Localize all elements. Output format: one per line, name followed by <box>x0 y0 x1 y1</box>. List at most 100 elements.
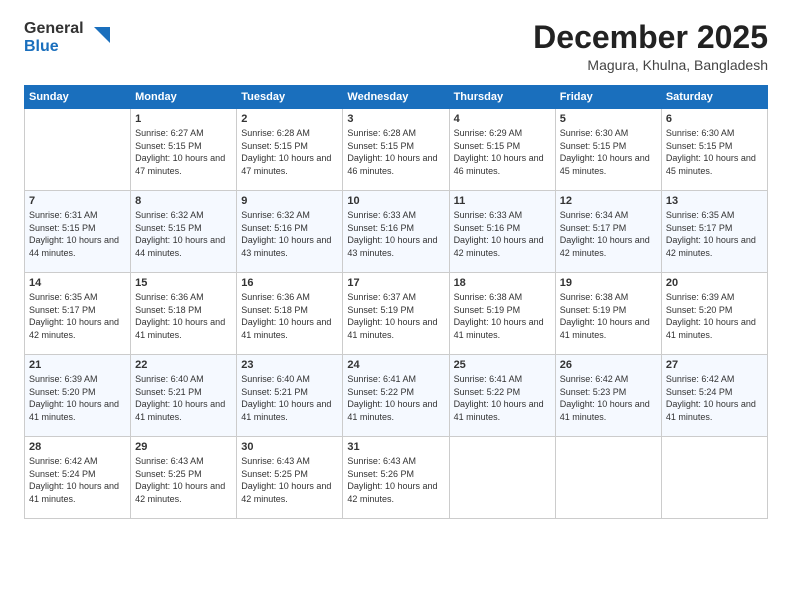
logo-general: General <box>24 20 84 38</box>
day-number: 11 <box>454 195 551 207</box>
day-info: Sunrise: 6:33 AMSunset: 5:16 PMDaylight:… <box>347 209 444 259</box>
logo-triangle-icon <box>88 27 110 49</box>
weekday-header: Thursday <box>449 86 555 109</box>
month-title: December 2025 <box>533 20 768 55</box>
day-info: Sunrise: 6:42 AMSunset: 5:24 PMDaylight:… <box>29 455 126 505</box>
calendar-cell: 4 Sunrise: 6:29 AMSunset: 5:15 PMDayligh… <box>449 109 555 191</box>
logo: General Blue <box>24 20 110 57</box>
day-number: 20 <box>666 277 763 289</box>
day-info: Sunrise: 6:42 AMSunset: 5:23 PMDaylight:… <box>560 373 657 423</box>
calendar-cell: 11 Sunrise: 6:33 AMSunset: 5:16 PMDaylig… <box>449 191 555 273</box>
day-number: 14 <box>29 277 126 289</box>
day-number: 26 <box>560 359 657 371</box>
weekday-header: Sunday <box>25 86 131 109</box>
day-number: 3 <box>347 113 444 125</box>
calendar-cell: 17 Sunrise: 6:37 AMSunset: 5:19 PMDaylig… <box>343 273 449 355</box>
day-info: Sunrise: 6:37 AMSunset: 5:19 PMDaylight:… <box>347 291 444 341</box>
day-info: Sunrise: 6:31 AMSunset: 5:15 PMDaylight:… <box>29 209 126 259</box>
day-info: Sunrise: 6:35 AMSunset: 5:17 PMDaylight:… <box>666 209 763 259</box>
day-number: 27 <box>666 359 763 371</box>
day-number: 24 <box>347 359 444 371</box>
calendar-cell: 16 Sunrise: 6:36 AMSunset: 5:18 PMDaylig… <box>237 273 343 355</box>
day-number: 13 <box>666 195 763 207</box>
calendar-cell: 9 Sunrise: 6:32 AMSunset: 5:16 PMDayligh… <box>237 191 343 273</box>
day-info: Sunrise: 6:30 AMSunset: 5:15 PMDaylight:… <box>666 127 763 177</box>
calendar-cell: 2 Sunrise: 6:28 AMSunset: 5:15 PMDayligh… <box>237 109 343 191</box>
day-info: Sunrise: 6:43 AMSunset: 5:25 PMDaylight:… <box>241 455 338 505</box>
calendar-cell: 23 Sunrise: 6:40 AMSunset: 5:21 PMDaylig… <box>237 355 343 437</box>
day-number: 6 <box>666 113 763 125</box>
logo-blue: Blue <box>24 38 84 56</box>
day-number: 22 <box>135 359 232 371</box>
calendar-cell: 26 Sunrise: 6:42 AMSunset: 5:23 PMDaylig… <box>555 355 661 437</box>
day-number: 29 <box>135 441 232 453</box>
calendar-cell: 28 Sunrise: 6:42 AMSunset: 5:24 PMDaylig… <box>25 437 131 519</box>
day-number: 28 <box>29 441 126 453</box>
calendar-cell <box>449 437 555 519</box>
day-number: 7 <box>29 195 126 207</box>
calendar-cell: 3 Sunrise: 6:28 AMSunset: 5:15 PMDayligh… <box>343 109 449 191</box>
day-number: 9 <box>241 195 338 207</box>
weekday-header: Saturday <box>661 86 767 109</box>
day-number: 15 <box>135 277 232 289</box>
day-number: 12 <box>560 195 657 207</box>
calendar-cell: 24 Sunrise: 6:41 AMSunset: 5:22 PMDaylig… <box>343 355 449 437</box>
calendar-cell <box>25 109 131 191</box>
day-info: Sunrise: 6:41 AMSunset: 5:22 PMDaylight:… <box>347 373 444 423</box>
calendar-cell: 12 Sunrise: 6:34 AMSunset: 5:17 PMDaylig… <box>555 191 661 273</box>
calendar-cell: 15 Sunrise: 6:36 AMSunset: 5:18 PMDaylig… <box>131 273 237 355</box>
day-number: 17 <box>347 277 444 289</box>
day-number: 8 <box>135 195 232 207</box>
calendar-cell: 7 Sunrise: 6:31 AMSunset: 5:15 PMDayligh… <box>25 191 131 273</box>
day-info: Sunrise: 6:43 AMSunset: 5:25 PMDaylight:… <box>135 455 232 505</box>
calendar-cell: 27 Sunrise: 6:42 AMSunset: 5:24 PMDaylig… <box>661 355 767 437</box>
day-info: Sunrise: 6:28 AMSunset: 5:15 PMDaylight:… <box>241 127 338 177</box>
calendar-cell: 6 Sunrise: 6:30 AMSunset: 5:15 PMDayligh… <box>661 109 767 191</box>
day-info: Sunrise: 6:35 AMSunset: 5:17 PMDaylight:… <box>29 291 126 341</box>
weekday-header: Wednesday <box>343 86 449 109</box>
calendar-table: SundayMondayTuesdayWednesdayThursdayFrid… <box>24 85 768 519</box>
day-number: 23 <box>241 359 338 371</box>
day-info: Sunrise: 6:29 AMSunset: 5:15 PMDaylight:… <box>454 127 551 177</box>
day-info: Sunrise: 6:43 AMSunset: 5:26 PMDaylight:… <box>347 455 444 505</box>
day-info: Sunrise: 6:32 AMSunset: 5:15 PMDaylight:… <box>135 209 232 259</box>
calendar-cell: 14 Sunrise: 6:35 AMSunset: 5:17 PMDaylig… <box>25 273 131 355</box>
page-header: General Blue December 2025 Magura, Khuln… <box>24 20 768 73</box>
day-number: 5 <box>560 113 657 125</box>
day-number: 31 <box>347 441 444 453</box>
day-info: Sunrise: 6:36 AMSunset: 5:18 PMDaylight:… <box>135 291 232 341</box>
day-info: Sunrise: 6:42 AMSunset: 5:24 PMDaylight:… <box>666 373 763 423</box>
day-number: 16 <box>241 277 338 289</box>
day-info: Sunrise: 6:30 AMSunset: 5:15 PMDaylight:… <box>560 127 657 177</box>
day-info: Sunrise: 6:34 AMSunset: 5:17 PMDaylight:… <box>560 209 657 259</box>
day-info: Sunrise: 6:33 AMSunset: 5:16 PMDaylight:… <box>454 209 551 259</box>
calendar-cell: 20 Sunrise: 6:39 AMSunset: 5:20 PMDaylig… <box>661 273 767 355</box>
weekday-header: Tuesday <box>237 86 343 109</box>
day-info: Sunrise: 6:39 AMSunset: 5:20 PMDaylight:… <box>666 291 763 341</box>
calendar-cell <box>555 437 661 519</box>
day-number: 21 <box>29 359 126 371</box>
day-number: 25 <box>454 359 551 371</box>
day-info: Sunrise: 6:40 AMSunset: 5:21 PMDaylight:… <box>241 373 338 423</box>
calendar-cell: 8 Sunrise: 6:32 AMSunset: 5:15 PMDayligh… <box>131 191 237 273</box>
day-info: Sunrise: 6:39 AMSunset: 5:20 PMDaylight:… <box>29 373 126 423</box>
day-number: 19 <box>560 277 657 289</box>
day-number: 10 <box>347 195 444 207</box>
day-info: Sunrise: 6:32 AMSunset: 5:16 PMDaylight:… <box>241 209 338 259</box>
day-number: 2 <box>241 113 338 125</box>
day-info: Sunrise: 6:40 AMSunset: 5:21 PMDaylight:… <box>135 373 232 423</box>
day-info: Sunrise: 6:38 AMSunset: 5:19 PMDaylight:… <box>454 291 551 341</box>
calendar-cell: 5 Sunrise: 6:30 AMSunset: 5:15 PMDayligh… <box>555 109 661 191</box>
day-number: 4 <box>454 113 551 125</box>
day-info: Sunrise: 6:28 AMSunset: 5:15 PMDaylight:… <box>347 127 444 177</box>
calendar-cell: 13 Sunrise: 6:35 AMSunset: 5:17 PMDaylig… <box>661 191 767 273</box>
weekday-header: Friday <box>555 86 661 109</box>
calendar-cell: 1 Sunrise: 6:27 AMSunset: 5:15 PMDayligh… <box>131 109 237 191</box>
calendar-cell: 31 Sunrise: 6:43 AMSunset: 5:26 PMDaylig… <box>343 437 449 519</box>
location: Magura, Khulna, Bangladesh <box>533 57 768 73</box>
calendar-cell: 18 Sunrise: 6:38 AMSunset: 5:19 PMDaylig… <box>449 273 555 355</box>
day-info: Sunrise: 6:38 AMSunset: 5:19 PMDaylight:… <box>560 291 657 341</box>
day-number: 30 <box>241 441 338 453</box>
calendar-cell: 19 Sunrise: 6:38 AMSunset: 5:19 PMDaylig… <box>555 273 661 355</box>
day-number: 18 <box>454 277 551 289</box>
